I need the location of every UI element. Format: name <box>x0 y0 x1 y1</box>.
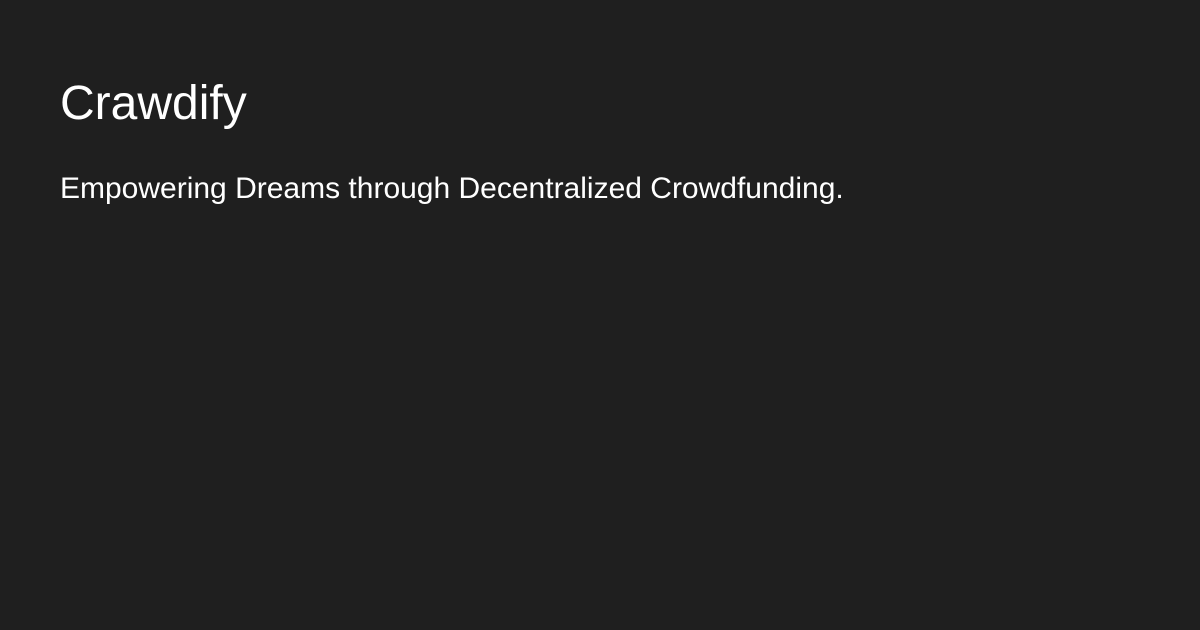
site-tagline: Empowering Dreams through Decentralized … <box>60 172 844 205</box>
social-preview-card: Crawdify Empowering Dreams through Decen… <box>0 0 1200 630</box>
site-title: Crawdify <box>60 77 247 130</box>
